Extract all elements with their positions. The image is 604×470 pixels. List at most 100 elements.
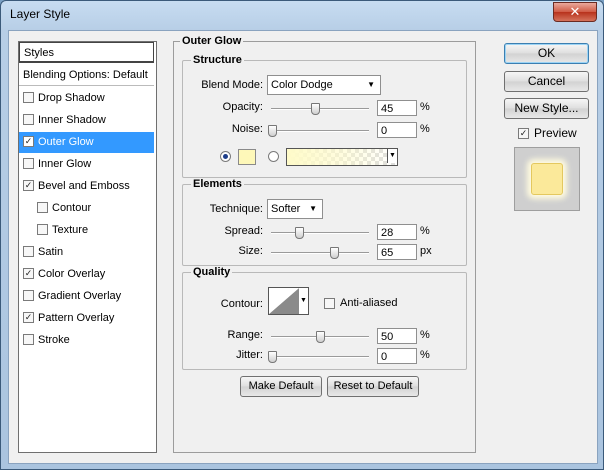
style-item-label: Gradient Overlay — [38, 290, 122, 302]
opacity-input[interactable]: 45 — [377, 100, 417, 116]
jitter-label: Jitter: — [236, 349, 263, 361]
style-item-satin[interactable]: Satin — [19, 242, 154, 263]
technique-value: Softer — [271, 203, 301, 215]
style-checkbox-color-overlay[interactable]: ✓ — [23, 267, 34, 279]
style-item-contour[interactable]: Contour — [19, 198, 154, 219]
jitter-slider-handle[interactable] — [268, 351, 277, 363]
style-item-label: Pattern Overlay — [38, 312, 115, 324]
style-checkbox-satin[interactable] — [23, 245, 34, 257]
quality-group: Quality Contour: ▼ Anti-aliased Range: 5… — [182, 266, 467, 370]
style-checkbox-gradient-overlay[interactable] — [23, 289, 34, 301]
title-bar[interactable]: Layer Style ✕ — [1, 1, 603, 29]
size-slider[interactable] — [271, 252, 369, 254]
style-item-stroke[interactable]: Stroke — [19, 330, 154, 351]
jitter-slider[interactable] — [271, 356, 369, 358]
style-checkbox-drop-shadow[interactable] — [23, 91, 34, 103]
style-checkbox-texture[interactable] — [37, 223, 48, 235]
layer-style-dialog: Layer Style ✕ Styles Blending Options: D… — [0, 0, 604, 470]
spread-input[interactable]: 28 — [377, 224, 417, 240]
spread-slider[interactable] — [271, 232, 369, 234]
elements-group: Elements Technique: Softer ▼ Spread: 28 … — [182, 178, 467, 266]
style-item-color-overlay[interactable]: ✓ Color Overlay — [19, 264, 154, 285]
technique-label: Technique: — [209, 203, 263, 215]
noise-input[interactable]: 0 — [377, 122, 417, 138]
glow-color-swatch[interactable] — [238, 149, 256, 165]
range-label: Range: — [227, 329, 263, 341]
style-item-label: Color Overlay — [38, 268, 106, 280]
noise-slider-handle[interactable] — [268, 125, 277, 137]
window-title: Layer Style — [10, 7, 71, 21]
style-item-label: Outer Glow — [38, 136, 94, 148]
close-button[interactable]: ✕ — [553, 2, 597, 22]
cancel-button[interactable]: Cancel — [504, 71, 589, 92]
style-item-drop-shadow[interactable]: Drop Shadow — [19, 88, 154, 109]
solid-color-radio[interactable] — [220, 151, 231, 162]
size-label: Size: — [238, 245, 263, 257]
style-item-label: Texture — [52, 224, 89, 236]
style-item-texture[interactable]: Texture — [19, 220, 154, 241]
blend-mode-select[interactable]: Color Dodge ▼ — [267, 75, 381, 95]
style-item-label: Inner Glow — [38, 158, 92, 170]
styles-list: Styles Blending Options: Default Drop Sh… — [18, 41, 157, 453]
chevron-down-icon[interactable]: ▼ — [387, 149, 397, 163]
technique-select[interactable]: Softer ▼ — [267, 199, 323, 219]
size-unit: px — [420, 245, 432, 257]
contour-picker[interactable] — [268, 287, 300, 315]
reset-to-default-button[interactable]: Reset to Default — [327, 376, 419, 397]
size-slider-handle[interactable] — [330, 247, 340, 259]
structure-title: Structure — [191, 54, 244, 66]
ok-button[interactable]: OK — [504, 43, 589, 64]
blending-options-item[interactable]: Blending Options: Default — [19, 65, 154, 86]
preview-thumbnail — [531, 163, 563, 195]
style-item-outer-glow[interactable]: ✓ Outer Glow — [19, 132, 154, 153]
chevron-down-icon[interactable]: ▼ — [299, 287, 309, 315]
preview-checkbox[interactable]: ✓ — [518, 128, 529, 139]
jitter-input[interactable]: 0 — [377, 348, 417, 364]
spread-label: Spread: — [224, 225, 263, 237]
range-unit: % — [420, 329, 430, 341]
close-icon: ✕ — [569, 4, 581, 19]
noise-unit: % — [420, 123, 430, 135]
style-item-label: Bevel and Emboss — [38, 180, 130, 192]
noise-slider[interactable] — [271, 130, 369, 132]
style-checkbox-bevel-and-emboss[interactable]: ✓ — [23, 179, 34, 191]
gradient-radio[interactable] — [268, 151, 279, 162]
style-checkbox-outer-glow[interactable]: ✓ — [23, 135, 34, 147]
new-style-button[interactable]: New Style... — [504, 98, 589, 119]
anti-aliased-label: Anti-aliased — [340, 297, 398, 309]
style-item-gradient-overlay[interactable]: Gradient Overlay — [19, 286, 154, 307]
opacity-label: Opacity: — [222, 101, 263, 113]
anti-aliased-checkbox[interactable] — [324, 298, 335, 309]
range-slider-handle[interactable] — [316, 331, 325, 343]
style-item-pattern-overlay[interactable]: ✓ Pattern Overlay — [19, 308, 154, 329]
style-item-label: Contour — [52, 202, 92, 214]
chevron-down-icon: ▼ — [309, 204, 317, 213]
styles-header[interactable]: Styles — [19, 42, 154, 63]
glow-gradient-picker[interactable]: ▼ — [286, 148, 398, 166]
style-checkbox-pattern-overlay[interactable]: ✓ — [23, 311, 34, 323]
make-default-button[interactable]: Make Default — [240, 376, 322, 397]
size-input[interactable]: 65 — [377, 244, 417, 260]
style-checkbox-contour[interactable] — [37, 201, 48, 213]
style-item-inner-shadow[interactable]: Inner Shadow — [19, 110, 154, 131]
contour-curve-icon — [269, 288, 299, 314]
style-item-label: Drop Shadow — [38, 92, 105, 104]
style-checkbox-stroke[interactable] — [23, 333, 34, 345]
dialog-body: Styles Blending Options: Default Drop Sh… — [8, 30, 598, 464]
opacity-slider-handle[interactable] — [311, 103, 321, 115]
styles-header-label: Styles — [24, 47, 54, 59]
style-item-inner-glow[interactable]: Inner Glow — [19, 154, 154, 175]
noise-label: Noise: — [231, 123, 263, 135]
style-checkbox-inner-glow[interactable] — [23, 157, 34, 169]
panel-title: Outer Glow — [180, 35, 244, 47]
style-item-label: Stroke — [38, 334, 70, 346]
elements-title: Elements — [191, 178, 244, 190]
opacity-unit: % — [420, 101, 430, 113]
spread-slider-handle[interactable] — [294, 227, 304, 239]
outer-glow-panel: Outer Glow Structure Blend Mode: Color D… — [173, 35, 476, 453]
blend-mode-value: Color Dodge — [271, 79, 333, 91]
style-checkbox-inner-shadow[interactable] — [23, 113, 34, 125]
style-preview — [514, 147, 580, 211]
range-input[interactable]: 50 — [377, 328, 417, 344]
style-item-bevel-and-emboss[interactable]: ✓ Bevel and Emboss — [19, 176, 154, 197]
